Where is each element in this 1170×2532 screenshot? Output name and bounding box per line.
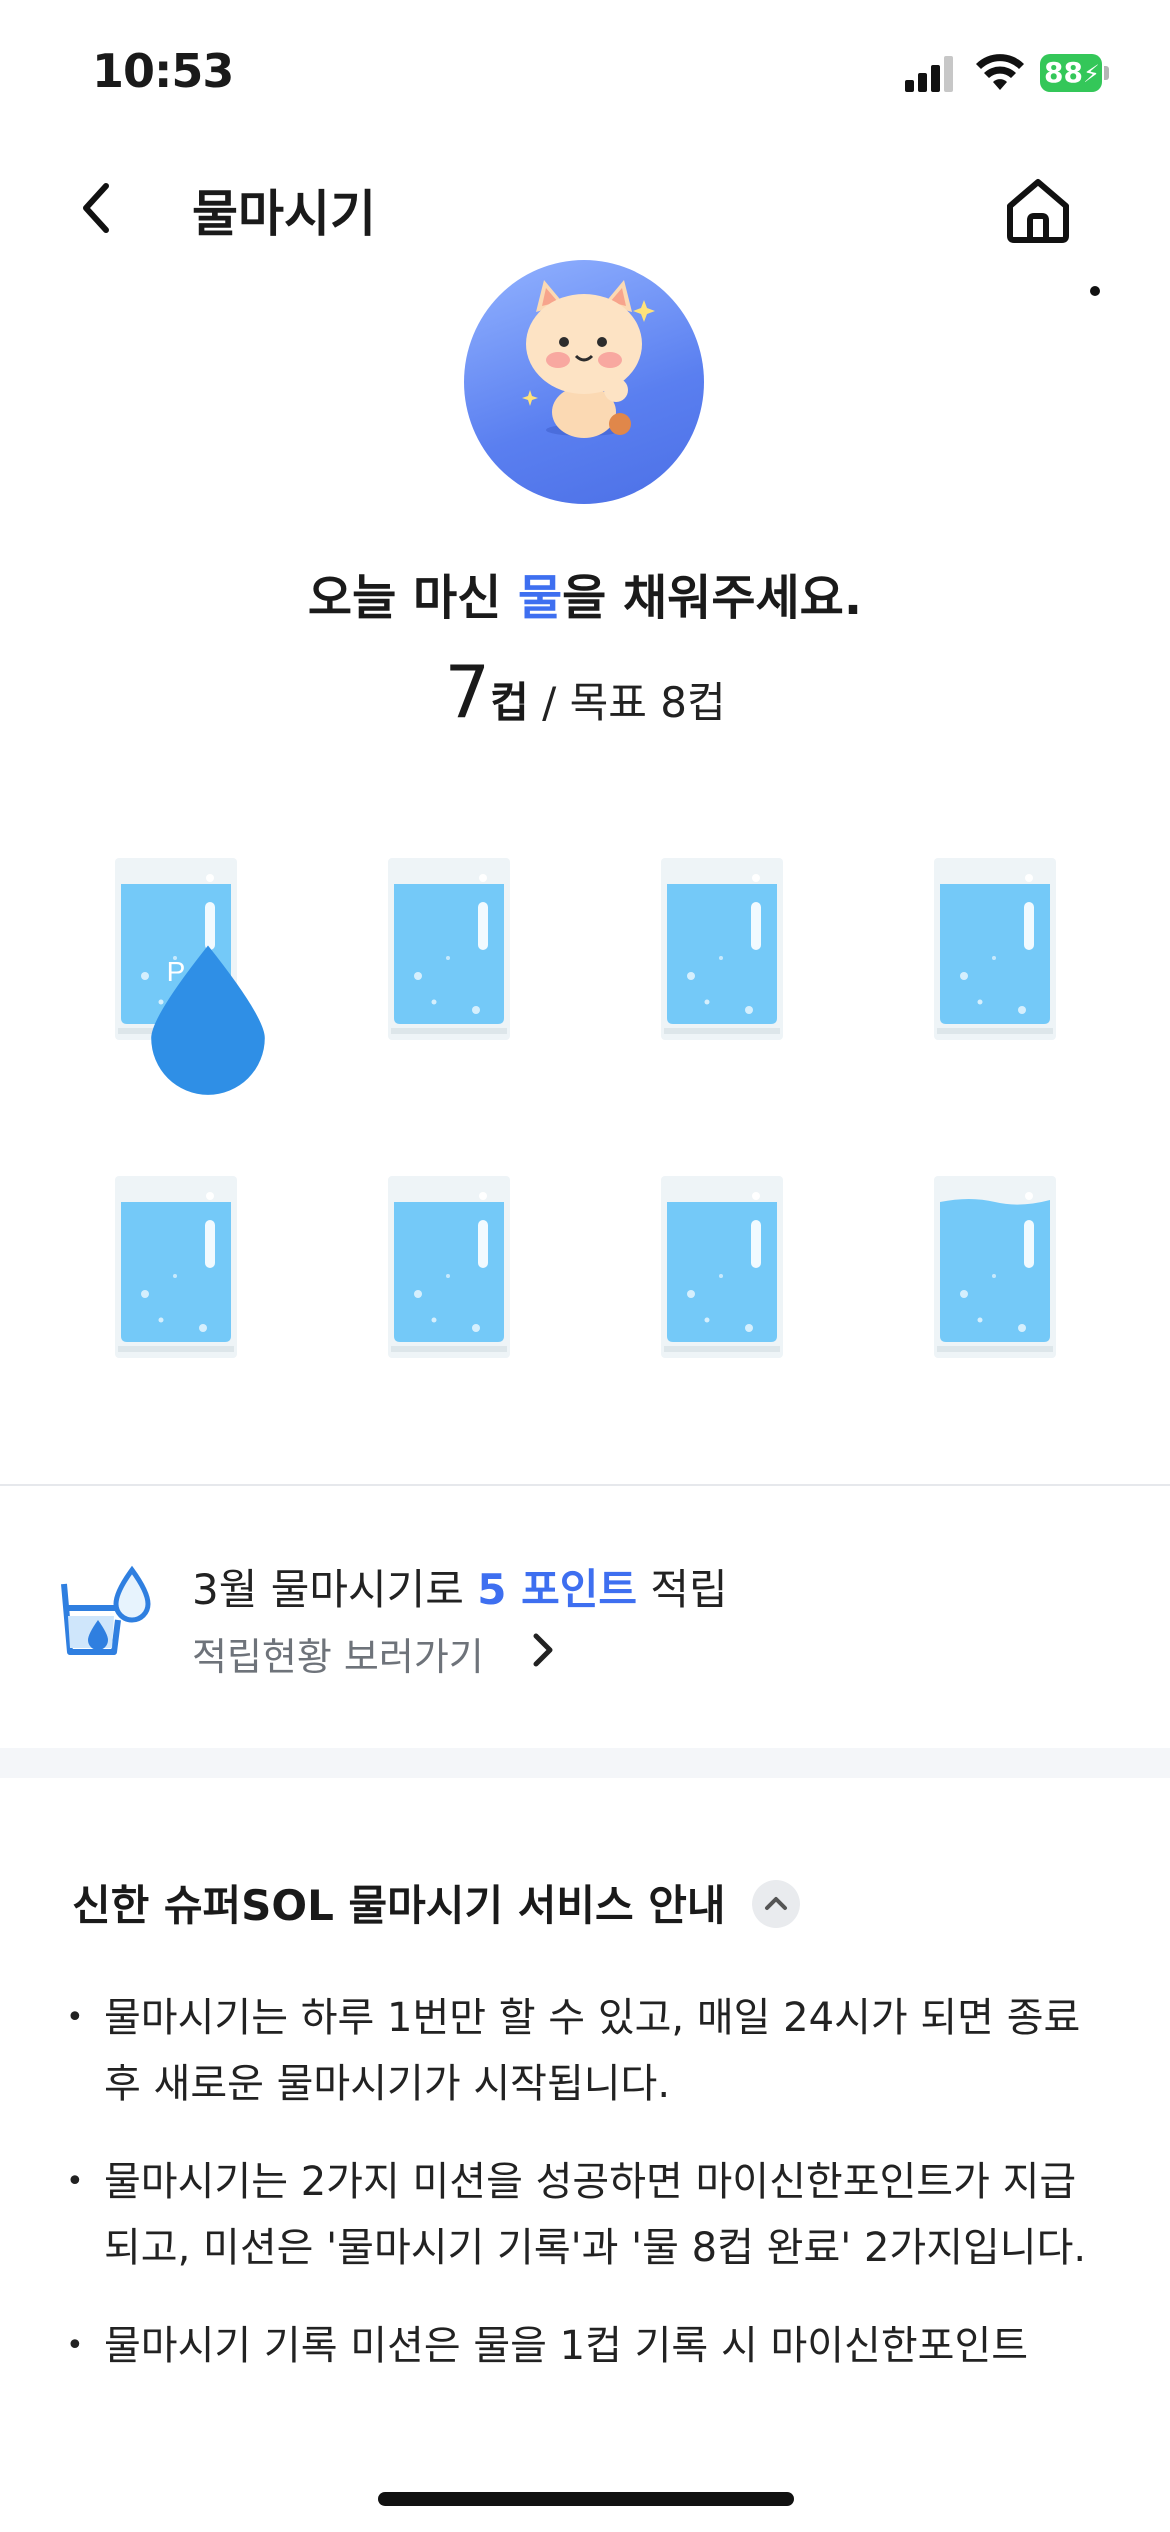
battery-level: 88 (1044, 56, 1083, 89)
water-glass[interactable] (388, 858, 510, 1040)
indicator-dot (1090, 286, 1100, 296)
info-bullet: 물마시기 기록 미션은 물을 1컵 기록 시 마이신한포인트 (66, 2313, 1106, 2379)
chevron-right-icon[interactable] (530, 1630, 556, 1670)
home-icon[interactable] (1000, 172, 1076, 248)
battery-icon: 88⚡ (1040, 54, 1110, 92)
section-separator (0, 1748, 1170, 1778)
points-amount: 5 포인트 (477, 1565, 638, 1614)
page-title: 물마시기 (192, 185, 376, 243)
info-section-title: 신한 슈퍼SOL 물마시기 서비스 안내 (72, 1881, 726, 1930)
water-glass[interactable] (388, 1176, 510, 1358)
home-indicator (378, 2492, 794, 2506)
points-text: 3월 물마시기로 (192, 1565, 478, 1614)
info-bullet: 물마시기는 하루 1번만 할 수 있고, 매일 24시가 되면 종료 후 새로운… (66, 1985, 1106, 2117)
cups-goal: / 목표 8컵 (528, 678, 726, 727)
back-chevron-icon[interactable] (74, 178, 118, 238)
divider (0, 1484, 1170, 1486)
headline-text-end: 을 채워주세요. (562, 570, 863, 626)
chevron-up-icon (765, 1897, 787, 1910)
water-glass[interactable]: P (115, 858, 265, 1095)
water-glass[interactable] (115, 1176, 237, 1358)
cellular-signal-icon (905, 56, 953, 92)
points-summary: 3월 물마시기로 5 포인트 적립 (192, 1556, 728, 1617)
water-glass[interactable] (934, 1176, 1056, 1358)
collapse-toggle-button[interactable] (752, 1880, 800, 1928)
water-cup-icon (61, 1565, 151, 1655)
info-bullet: 물마시기는 2가지 미션을 성공하면 마이신한포인트가 지급되고, 미션은 '물… (66, 2149, 1106, 2281)
info-bullet-list: 물마시기는 하루 1번만 할 수 있고, 매일 24시가 되면 종료 후 새로운… (66, 1985, 1106, 2411)
headline: 오늘 마신 물을 채워주세요. (0, 558, 1170, 628)
headline-accent: 물 (517, 570, 563, 626)
water-glass[interactable] (661, 858, 783, 1040)
point-badge-label: P (166, 956, 186, 987)
water-glass[interactable] (934, 858, 1056, 1040)
cup-count: 7컵 / 목표 8컵 (0, 650, 1170, 734)
points-text-end: 적립 (637, 1565, 728, 1614)
status-time: 10:53 (92, 44, 234, 98)
cat-character-avatar (464, 260, 704, 504)
headline-text: 오늘 마신 (307, 570, 518, 626)
wifi-icon (976, 54, 1024, 90)
water-glass[interactable] (661, 1176, 783, 1358)
points-history-link[interactable]: 적립현황 보러가기 (192, 1626, 484, 1681)
cups-drunk: 7 (444, 650, 491, 734)
point-drop-badge: P (147, 926, 265, 1095)
cups-unit: 컵 (490, 678, 529, 727)
